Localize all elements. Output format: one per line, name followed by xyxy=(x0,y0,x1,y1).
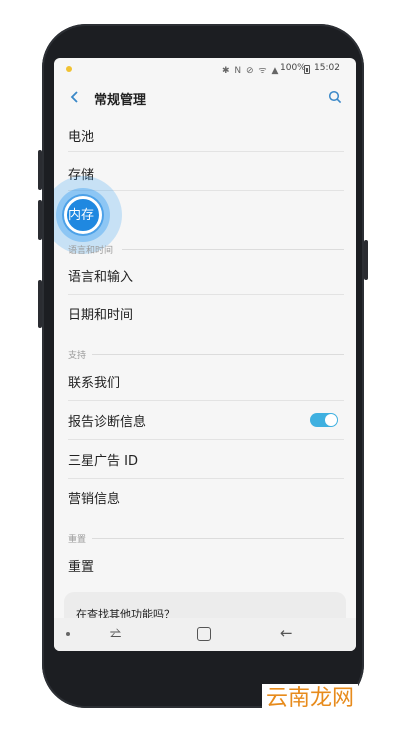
divider xyxy=(68,151,344,152)
list-item-marketing-info[interactable]: 营销信息 xyxy=(54,480,356,518)
section-divider xyxy=(92,354,344,355)
navigation-bar: ⥨ ← xyxy=(54,618,356,651)
section-header-support: 支持 xyxy=(68,351,87,361)
item-label: 报告诊断信息 xyxy=(68,415,147,430)
back-button[interactable] xyxy=(64,86,86,108)
list-item-samsung-ad-id[interactable]: 三星广告 ID xyxy=(54,442,356,480)
item-label: 内存 xyxy=(68,208,95,223)
report-diagnostic-toggle[interactable] xyxy=(310,413,338,427)
list-item-language-input[interactable]: 语言和输入 xyxy=(54,258,356,296)
search-icon xyxy=(328,90,342,104)
list-item-contact-us[interactable]: 联系我们 xyxy=(54,364,356,402)
list-item-reset[interactable]: 重置 xyxy=(54,548,356,586)
section-divider xyxy=(122,249,344,250)
item-label: 营销信息 xyxy=(68,492,121,507)
app-header: 常规管理 xyxy=(54,80,356,114)
list-item-date-time[interactable]: 日期和时间 xyxy=(54,296,356,334)
divider xyxy=(68,478,344,479)
watermark-logo: 云南龙网 xyxy=(262,684,359,714)
phone-frame: ✱ N ⊘ ᯤ ▲ 100% 15:02 常规管理 电池 存储 内存 语言和时间… xyxy=(42,24,364,708)
notification-dot xyxy=(66,66,72,72)
battery-icon xyxy=(304,65,310,74)
item-label: 联系我们 xyxy=(68,376,121,391)
section-divider xyxy=(92,538,344,539)
search-button[interactable] xyxy=(324,86,346,108)
clock: 15:02 xyxy=(314,63,340,73)
back-nav-icon[interactable]: ← xyxy=(280,624,293,642)
home-icon[interactable] xyxy=(197,627,211,641)
list-item-memory[interactable]: 内存 xyxy=(54,194,356,234)
power-button xyxy=(364,240,368,280)
status-bar: ✱ N ⊘ ᯤ ▲ 100% 15:02 xyxy=(54,58,356,80)
divider xyxy=(68,294,344,295)
item-label: 日期和时间 xyxy=(68,308,134,323)
item-label: 三星广告 ID xyxy=(68,454,138,469)
page-title: 常规管理 xyxy=(94,93,147,108)
divider xyxy=(68,439,344,440)
item-label: 电池 xyxy=(68,130,95,145)
status-icons: ✱ N ⊘ ᯤ ▲ xyxy=(222,66,280,76)
battery-percent: 100% xyxy=(280,63,306,73)
screen: ✱ N ⊘ ᯤ ▲ 100% 15:02 常规管理 电池 存储 内存 语言和时间… xyxy=(54,58,356,651)
item-label: 重置 xyxy=(68,560,95,575)
section-header-reset: 重置 xyxy=(68,535,87,545)
recent-apps-icon[interactable]: ⥨ xyxy=(110,625,121,641)
divider xyxy=(68,400,344,401)
nav-dot-icon[interactable] xyxy=(66,632,70,636)
chevron-left-icon xyxy=(70,91,78,103)
item-label: 语言和输入 xyxy=(68,270,134,285)
toggle-knob xyxy=(325,414,337,426)
section-header-language-time: 语言和时间 xyxy=(68,246,114,256)
